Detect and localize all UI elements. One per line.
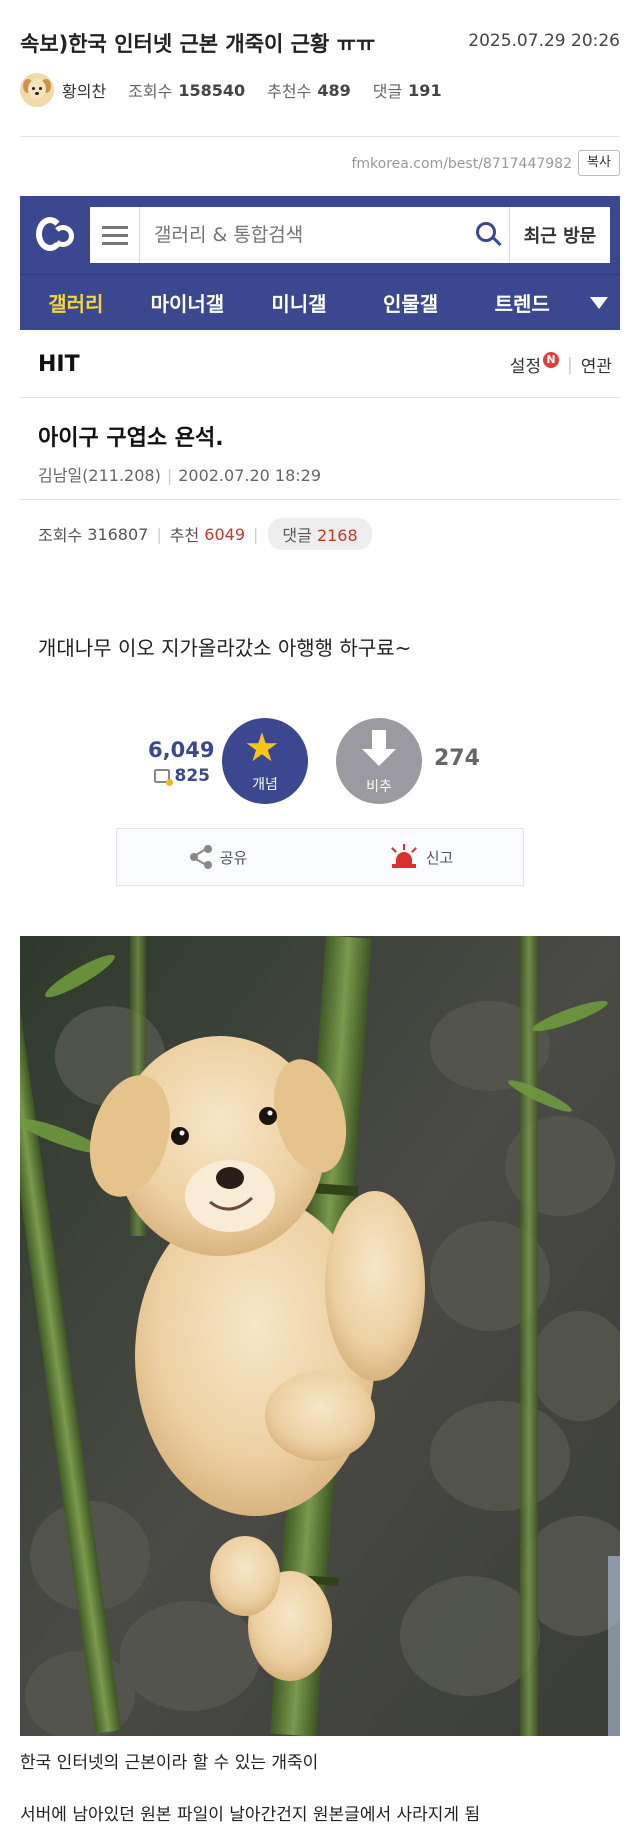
source-url[interactable]: fmkorea.com/best/8717447982 [351,156,572,172]
separator: | [566,354,573,375]
hit-bar: HIT 설정 N | 연관 [20,330,620,398]
vote-up-button[interactable]: ★ 개념 [222,718,308,804]
chevron-down-icon[interactable] [578,275,620,331]
views-count: 158540 [178,80,246,100]
post-date: 2025.07.29 20:26 [468,31,620,51]
recent-visit-button[interactable]: 최근 방문 [510,222,610,248]
vote-area: 6,049 825 ★ 개념 비추 274 [20,718,620,818]
source-row: fmkorea.com/best/8717447982 복사 [20,148,620,178]
dc-search-input[interactable] [140,207,470,263]
fixed-user-icon [153,769,173,786]
dc-reply-button[interactable]: 댓글 2168 [268,518,372,550]
hit-label: HIT [38,352,80,377]
siren-icon [390,844,418,870]
report-button[interactable]: 신고 [320,829,523,885]
comments-label: 댓글 [372,82,403,101]
dc-post-date: 2002.07.20 18:29 [178,466,322,485]
nav-mini-gallery[interactable]: 미니갤 [243,288,355,317]
vote-up-label: 개념 [252,777,278,793]
share-icon [189,845,212,869]
arrow-down-icon [372,730,386,750]
dc-post-head: 아이구 구엽소 욘석. 김남일(211.208) | 2002.07.20 18:2… [20,398,620,500]
vote-down-label: 비추 [366,779,392,795]
dc-search-bar: 최근 방문 [90,207,610,263]
vote-up-stats: 6,049 825 [148,738,215,786]
share-button[interactable]: 공유 [117,829,320,885]
dc-stats: 조회수 316807 | 추천 6049 | 댓글 2168 [20,500,620,564]
hit-options: 설정 N | 연관 [510,351,612,377]
dc-reply-label: 댓글 [282,526,312,545]
dc-views: 316807 [87,524,149,544]
caption-line-1: 한국 인터넷의 근본이라 할 수 있는 개죽이 [20,1753,319,1773]
dc-post-title: 아이구 구엽소 욘석. [38,426,224,451]
vote-down-button[interactable]: 비추 [336,718,422,804]
dc-body-text: 개대나무 이오 지가올라갔소 아행행 하구료~ [38,636,412,660]
dc-post-meta: 김남일(211.208) | 2002.07.20 18:29 [38,466,322,485]
post-title: 속보)한국 인터넷 근본 개죽이 근황 ㅠㅠ [20,32,376,56]
post-meta: 황의찬 조회수 158540 추천수 489 댓글 191 [20,72,464,108]
vote-fix: 825 [148,766,210,786]
dc-top-bar: 최근 방문 [20,196,620,274]
comments-count: 191 [408,80,442,100]
search-icon[interactable] [470,207,510,263]
dc-nav: 갤러리 마이너갤 미니갤 인물갤 트렌드 [20,274,620,330]
puppy-bamboo-photo [20,936,620,1736]
recommend-label: 추천수 [267,82,312,101]
dc-recommend-label: 추천 [169,526,200,545]
hamburger-icon[interactable] [90,207,140,263]
dc-reply-count: 2168 [316,526,358,545]
vote-up-count: 6,049 [148,738,215,762]
dc-logo-icon[interactable] [30,209,82,261]
dc-recommend: 6049 [204,524,245,544]
recommend-count: 489 [317,80,351,100]
star-icon: ★ [244,725,280,771]
dc-post-author[interactable]: 김남일(211.208) [38,466,161,485]
action-box: 공유 신고 [116,828,524,886]
caption-line-2: 서버에 남아있던 원본 파일이 날아간건지 원본글에서 사라지게 됨 [20,1805,481,1825]
views-label: 조회수 [128,82,173,101]
author-name[interactable]: 황의찬 [62,78,106,102]
new-badge: N [542,351,559,368]
embedded-dc-screenshot: 최근 방문 갤러리 마이너갤 미니갤 인물갤 트렌드 HIT 설정 N | 연관… [20,196,620,886]
nav-minor-gallery[interactable]: 마이너갤 [132,288,244,317]
avatar[interactable] [20,73,54,107]
post-header: 속보)한국 인터넷 근본 개죽이 근황 ㅠㅠ 2025.07.29 20:26 … [20,22,620,122]
vote-down-count: 274 [434,746,480,771]
nav-person-gallery[interactable]: 인물갤 [355,288,467,317]
settings-link[interactable]: 설정 [510,352,541,377]
header-divider [20,136,620,137]
nav-trend[interactable]: 트렌드 [466,288,578,317]
vote-fix-count: 825 [174,766,211,786]
dc-views-label: 조회수 [38,526,83,545]
copy-button[interactable]: 복사 [578,150,620,176]
report-label: 신고 [425,848,454,867]
share-label: 공유 [219,848,248,867]
related-link[interactable]: 연관 [581,352,612,377]
nav-gallery[interactable]: 갤러리 [20,288,132,317]
